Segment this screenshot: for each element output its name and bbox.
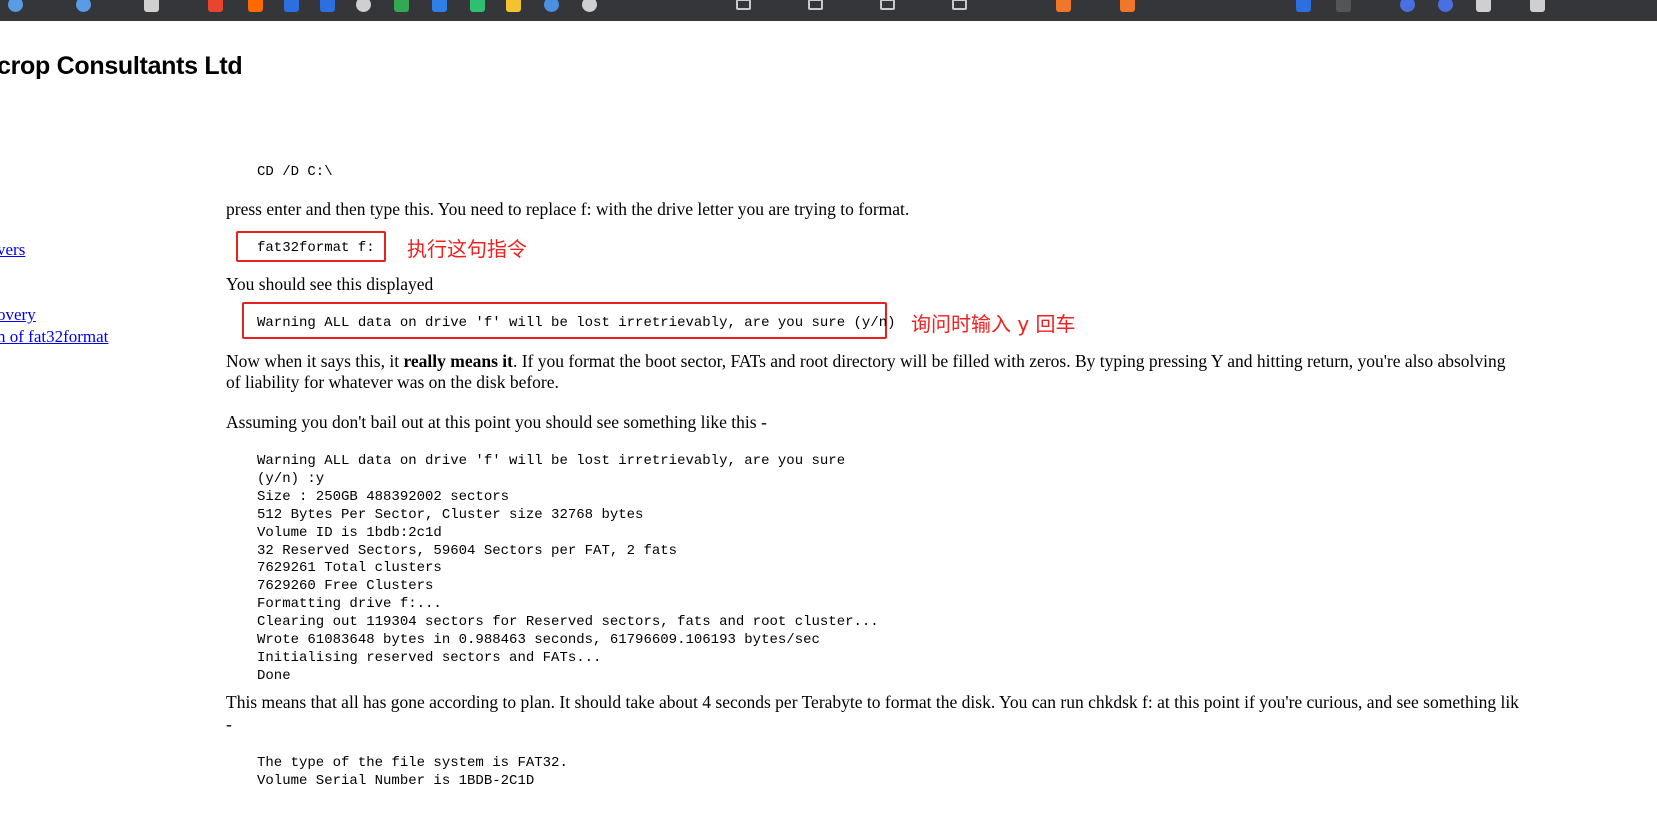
bookmark-item[interactable] (736, 0, 751, 14)
c-logo-icon (208, 0, 223, 12)
bookmark-item[interactable] (394, 0, 409, 14)
pin-icon (470, 0, 485, 12)
folder-icon (808, 0, 823, 10)
square-icon (284, 0, 299, 12)
bracket-icon (1056, 0, 1071, 12)
bookmark-item[interactable] (506, 0, 521, 14)
maps-icon (394, 0, 409, 12)
dropbox-icon (432, 0, 447, 12)
bookmark-item[interactable] (808, 0, 823, 14)
paragraph-all-gone-to-plan: This means that all has gone according t… (226, 692, 1519, 712)
square-icon (1336, 0, 1351, 12)
format-output-line: 7629260 Free Clusters (257, 578, 434, 595)
really-means-bold: really means it (403, 351, 513, 371)
format-output-line: 32 Reserved Sectors, 59604 Sectors per F… (257, 542, 678, 559)
format-output-line: Wrote 61083648 bytes in 0.988463 seconds… (257, 632, 820, 649)
format-output-line: 512 Bytes Per Sector, Cluster size 32768… (257, 506, 644, 523)
square-icon (248, 0, 263, 12)
format-output-line: Size : 250GB 488392002 sectors (257, 488, 510, 505)
bookmark-item[interactable] (1438, 0, 1453, 14)
globe-icon (1438, 0, 1453, 12)
bookmark-item[interactable] (1120, 0, 1135, 14)
chkdsk-output-line: Volume Serial Number is 1BDB-2C1D (257, 772, 535, 789)
folder-icon (952, 0, 967, 10)
code-warning-prompt: Warning ALL data on drive 'f' will be lo… (257, 315, 896, 331)
bookmark-item[interactable] (1056, 0, 1071, 14)
chkdsk-output-line: The type of the file system is FAT32. (257, 755, 568, 771)
gear-icon (356, 0, 371, 12)
bookmark-item[interactable] (432, 0, 447, 14)
really-means-text-suffix: . If you format the boot sector, FATs an… (512, 351, 1506, 371)
bookmark-item[interactable] (248, 0, 263, 14)
paragraph-dash: - (226, 714, 232, 734)
paragraph-liability: of liability for whatever was on the dis… (226, 372, 559, 392)
paragraph-press-enter: press enter and then type this. You need… (226, 199, 910, 219)
paragraph-should-see: You should see this displayed (226, 274, 434, 294)
sidebar-link-drivers[interactable]: vers (0, 240, 25, 260)
bracket-icon (1120, 0, 1135, 12)
folder-icon (736, 0, 751, 10)
history-icon (582, 0, 597, 12)
bookmark-item[interactable] (144, 0, 159, 14)
bookmark-item[interactable] (544, 0, 559, 14)
globe-icon (76, 0, 91, 12)
folder-icon (880, 0, 895, 10)
format-output-line: (y/n) :y (257, 470, 325, 487)
code-chkdsk-output: The type of the file system is FAT32. Vol… (257, 755, 568, 790)
annotation-run-command: 执行这句指令 (407, 237, 527, 261)
square-icon (506, 0, 521, 12)
square-icon (1296, 0, 1311, 12)
calendar-icon (1530, 0, 1545, 12)
bookmark-item[interactable] (952, 0, 967, 14)
bookmark-item[interactable] (356, 0, 371, 14)
format-output-line: Formatting drive f:... (257, 596, 442, 613)
bookmark-item[interactable] (208, 0, 223, 14)
bookmark-item[interactable] (284, 0, 299, 14)
globe-icon (8, 0, 23, 12)
paragraph-assuming: Assuming you don't bail out at this poin… (226, 412, 767, 432)
sidebar-link-recovery[interactable]: overy (0, 305, 36, 325)
globe-icon (1400, 0, 1415, 12)
bookmark-item[interactable] (1476, 0, 1491, 14)
format-output-line: Initialising reserved sectors and FATs..… (257, 649, 602, 666)
bookmarks-bar (0, 0, 1657, 21)
format-output-line: Warning ALL data on drive 'f' will be lo… (257, 453, 846, 469)
bookmark-item[interactable] (8, 0, 23, 14)
bookmark-item[interactable] (470, 0, 485, 14)
bookmark-item[interactable] (1530, 0, 1545, 14)
code-cd-command: CD /D C:\ (257, 164, 333, 180)
bookmark-item[interactable] (582, 0, 597, 14)
code-fat32format-command: fat32format f: (257, 240, 375, 256)
paragraph-really-means-it: Now when it says this, it really means i… (226, 350, 1506, 372)
bookmark-item[interactable] (880, 0, 895, 14)
format-output-line: 7629261 Total clusters (257, 560, 442, 577)
format-output-line: Volume ID is 1bdb:2c1d (257, 524, 442, 541)
calendar-icon (1476, 0, 1491, 12)
bookmark-item[interactable] (1296, 0, 1311, 14)
code-format-output: Warning ALL data on drive 'f' will be lo… (257, 453, 879, 686)
format-output-line: Clearing out 119304 sectors for Reserved… (257, 614, 879, 631)
really-means-text-prefix: Now when it says this, it (226, 351, 404, 371)
bookmark-item[interactable] (76, 0, 91, 14)
bookmark-item[interactable] (320, 0, 335, 14)
globe-icon (544, 0, 559, 12)
square-icon (320, 0, 335, 12)
doc-icon (144, 0, 159, 12)
format-output-line: Done (257, 667, 291, 684)
site-title: crop Consultants Ltd (0, 52, 243, 80)
sidebar-link-fat32format[interactable]: n of fat32format (0, 327, 108, 347)
bookmark-item[interactable] (1336, 0, 1351, 14)
bookmark-item[interactable] (1400, 0, 1415, 14)
annotation-answer-y: 询问时输入 y 回车 (911, 312, 1076, 336)
